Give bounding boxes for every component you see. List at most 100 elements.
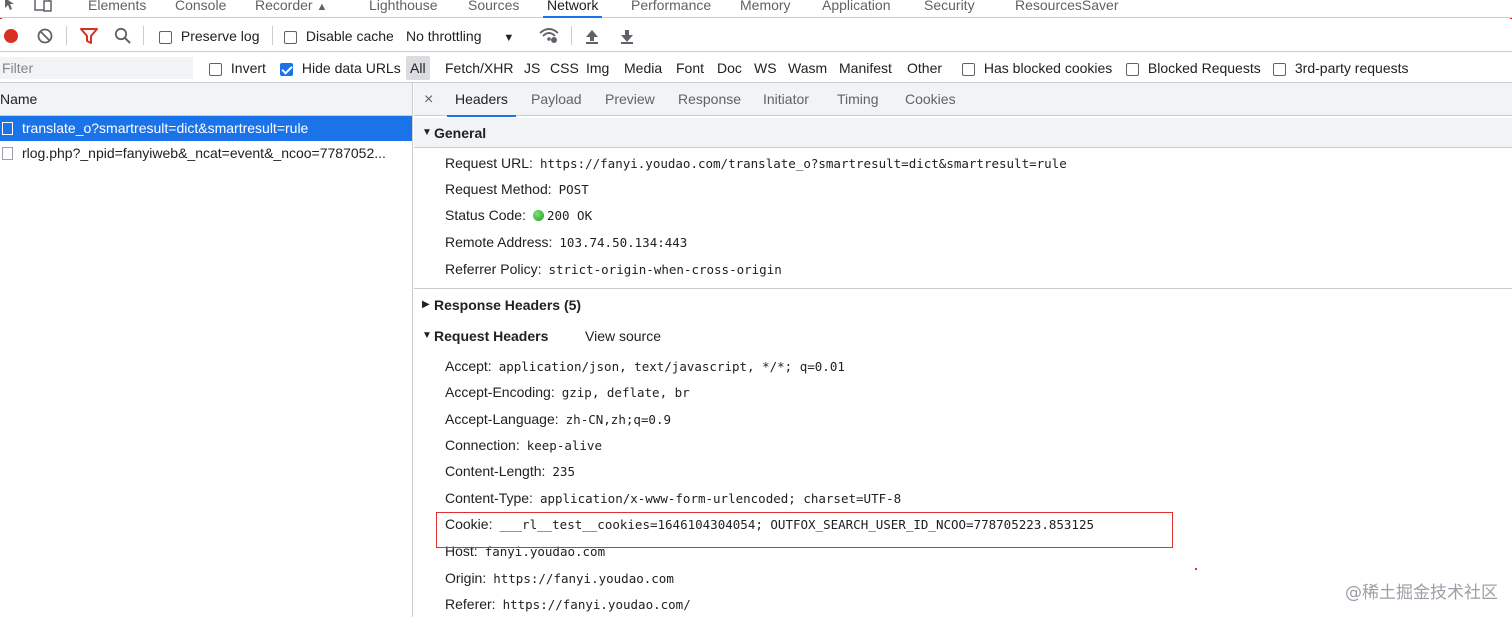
tab-initiator[interactable]: Initiator <box>763 83 809 116</box>
disable-cache-checkbox[interactable]: Disable cache <box>284 28 394 44</box>
request-method-value: POST <box>558 182 589 197</box>
header-name: Accept-Language: <box>445 411 559 427</box>
third-party-requests-checkbox[interactable]: 3rd-party requests <box>1273 60 1409 76</box>
tab-preview[interactable]: Preview <box>605 83 655 116</box>
close-details-icon[interactable]: × <box>424 83 433 116</box>
inspect-icon[interactable] <box>2 0 18 12</box>
export-har-icon[interactable] <box>619 27 635 48</box>
tab-timing[interactable]: Timing <box>837 83 879 116</box>
request-headers-section-header[interactable]: ▼ Request Headers View source <box>414 321 1512 351</box>
details-tab-bar: × Headers Payload Preview Response Initi… <box>414 83 1512 117</box>
tab-resourcessaver[interactable]: ResourcesSaver <box>1015 0 1119 18</box>
filter-type-other[interactable]: Other <box>907 60 942 76</box>
tab-elements[interactable]: Elements <box>88 0 146 18</box>
device-toggle-icon[interactable] <box>34 0 52 12</box>
request-row[interactable]: translate_o?smartresult=dict&smartresult… <box>0 116 412 141</box>
request-row[interactable]: rlog.php?_npid=fanyiweb&_ncat=event&_nco… <box>0 141 412 166</box>
throttling-select[interactable]: No throttling ▼ <box>406 28 514 44</box>
preserve-log-checkbox[interactable]: Preserve log <box>159 28 259 44</box>
filter-type-manifest[interactable]: Manifest <box>839 60 892 76</box>
section-divider <box>414 288 1512 289</box>
filter-type-css[interactable]: CSS <box>550 60 579 76</box>
toolbar-divider <box>143 26 144 45</box>
toolbar-divider <box>272 26 273 45</box>
header-value: application/json, text/javascript, */*; … <box>498 359 845 374</box>
filter-type-img[interactable]: Img <box>586 60 609 76</box>
tab-security[interactable]: Security <box>924 0 975 18</box>
filter-type-wasm[interactable]: Wasm <box>788 60 827 76</box>
disable-cache-label: Disable cache <box>305 28 394 44</box>
view-source-link[interactable]: View source <box>585 321 661 351</box>
request-method-label: Request Method: <box>445 181 552 197</box>
header-value: ___rl__test__cookies=1646104304054; OUTF… <box>499 517 1094 532</box>
request-url-value: https://fanyi.youdao.com/translate_o?sma… <box>539 156 1067 171</box>
document-icon <box>2 122 13 135</box>
hide-data-urls-label: Hide data URLs <box>301 60 401 76</box>
network-conditions-icon[interactable] <box>539 27 559 48</box>
general-section-title: General <box>434 125 487 141</box>
filter-type-ws[interactable]: WS <box>754 60 777 76</box>
tab-response[interactable]: Response <box>678 83 741 116</box>
collapse-triangle-icon: ▼ <box>422 330 432 341</box>
header-name: Referer: <box>445 596 496 612</box>
header-name: Content-Type: <box>445 490 533 506</box>
header-value: https://fanyi.youdao.com <box>493 571 674 586</box>
filter-type-js[interactable]: JS <box>524 60 540 76</box>
header-name: Accept-Encoding: <box>445 384 555 400</box>
invert-checkbox-box <box>209 62 222 76</box>
hide-data-urls-checkbox[interactable]: Hide data URLs <box>280 60 401 76</box>
filter-type-media[interactable]: Media <box>624 60 662 76</box>
record-icon[interactable] <box>3 28 19 47</box>
request-header-row: Referer: https://fanyi.youdao.com/ <box>445 593 691 615</box>
tab-memory[interactable]: Memory <box>740 0 791 18</box>
general-status-code-row: Status Code: 200 OK <box>445 204 592 226</box>
tab-application[interactable]: Application <box>822 0 891 18</box>
filter-type-font[interactable]: Font <box>676 60 704 76</box>
header-value: zh-CN,zh;q=0.9 <box>565 412 671 427</box>
throttle-dropdown-icon: ▼ <box>503 32 515 44</box>
expand-triangle-icon: ▶ <box>422 299 430 310</box>
tab-performance[interactable]: Performance <box>631 0 711 18</box>
blocked-requests-checkbox[interactable]: Blocked Requests <box>1126 60 1261 76</box>
tab-headers[interactable]: Headers <box>447 83 516 117</box>
request-header-row: Connection: keep-alive <box>445 434 602 456</box>
annotation-dot <box>1195 568 1197 570</box>
tab-lighthouse[interactable]: Lighthouse <box>369 0 438 18</box>
network-toolbar: Preserve log Disable cache No throttling… <box>0 19 1512 52</box>
filter-input[interactable] <box>0 57 193 79</box>
hide-data-urls-checkbox-box <box>280 62 293 76</box>
general-remote-address-row: Remote Address: 103.74.50.134:443 <box>445 231 687 253</box>
toolbar-divider <box>66 26 67 45</box>
header-name: Connection: <box>445 437 520 453</box>
filter-type-doc[interactable]: Doc <box>717 60 742 76</box>
filter-type-fetch-xhr[interactable]: Fetch/XHR <box>445 60 513 76</box>
tab-console[interactable]: Console <box>175 0 226 18</box>
header-value: fanyi.youdao.com <box>484 544 606 559</box>
document-icon <box>2 147 13 160</box>
blocked-requests-checkbox-box <box>1126 62 1139 76</box>
has-blocked-cookies-checkbox[interactable]: Has blocked cookies <box>962 60 1112 76</box>
tab-recorder[interactable]: Recorder ▲ <box>255 0 327 18</box>
response-headers-section-header[interactable]: ▶ Response Headers (5) <box>414 290 1512 320</box>
general-request-method-row: Request Method: POST <box>445 178 589 200</box>
tab-recorder-label: Recorder <box>255 0 313 13</box>
blocked-requests-label: Blocked Requests <box>1147 60 1261 76</box>
request-header-row: Content-Type: application/x-www-form-urle… <box>445 487 901 509</box>
preserve-log-checkbox-box <box>159 30 172 44</box>
tab-payload[interactable]: Payload <box>531 83 582 116</box>
request-url-label: Request URL: <box>445 155 533 171</box>
search-icon[interactable] <box>114 27 132 48</box>
filter-icon[interactable] <box>80 28 98 47</box>
status-code-value: 200 OK <box>546 208 593 223</box>
import-har-icon[interactable] <box>584 27 600 48</box>
general-section-header[interactable]: ▼ General <box>414 118 1512 148</box>
request-header-row: Host: fanyi.youdao.com <box>445 540 605 562</box>
name-column-header[interactable]: Name <box>0 83 412 116</box>
tab-cookies[interactable]: Cookies <box>905 83 956 116</box>
tab-network[interactable]: Network <box>542 0 603 18</box>
clear-icon[interactable] <box>37 28 53 47</box>
filter-type-all[interactable]: All <box>406 56 430 80</box>
invert-checkbox[interactable]: Invert <box>209 60 266 76</box>
tab-sources[interactable]: Sources <box>468 0 519 18</box>
invert-label: Invert <box>230 60 266 76</box>
